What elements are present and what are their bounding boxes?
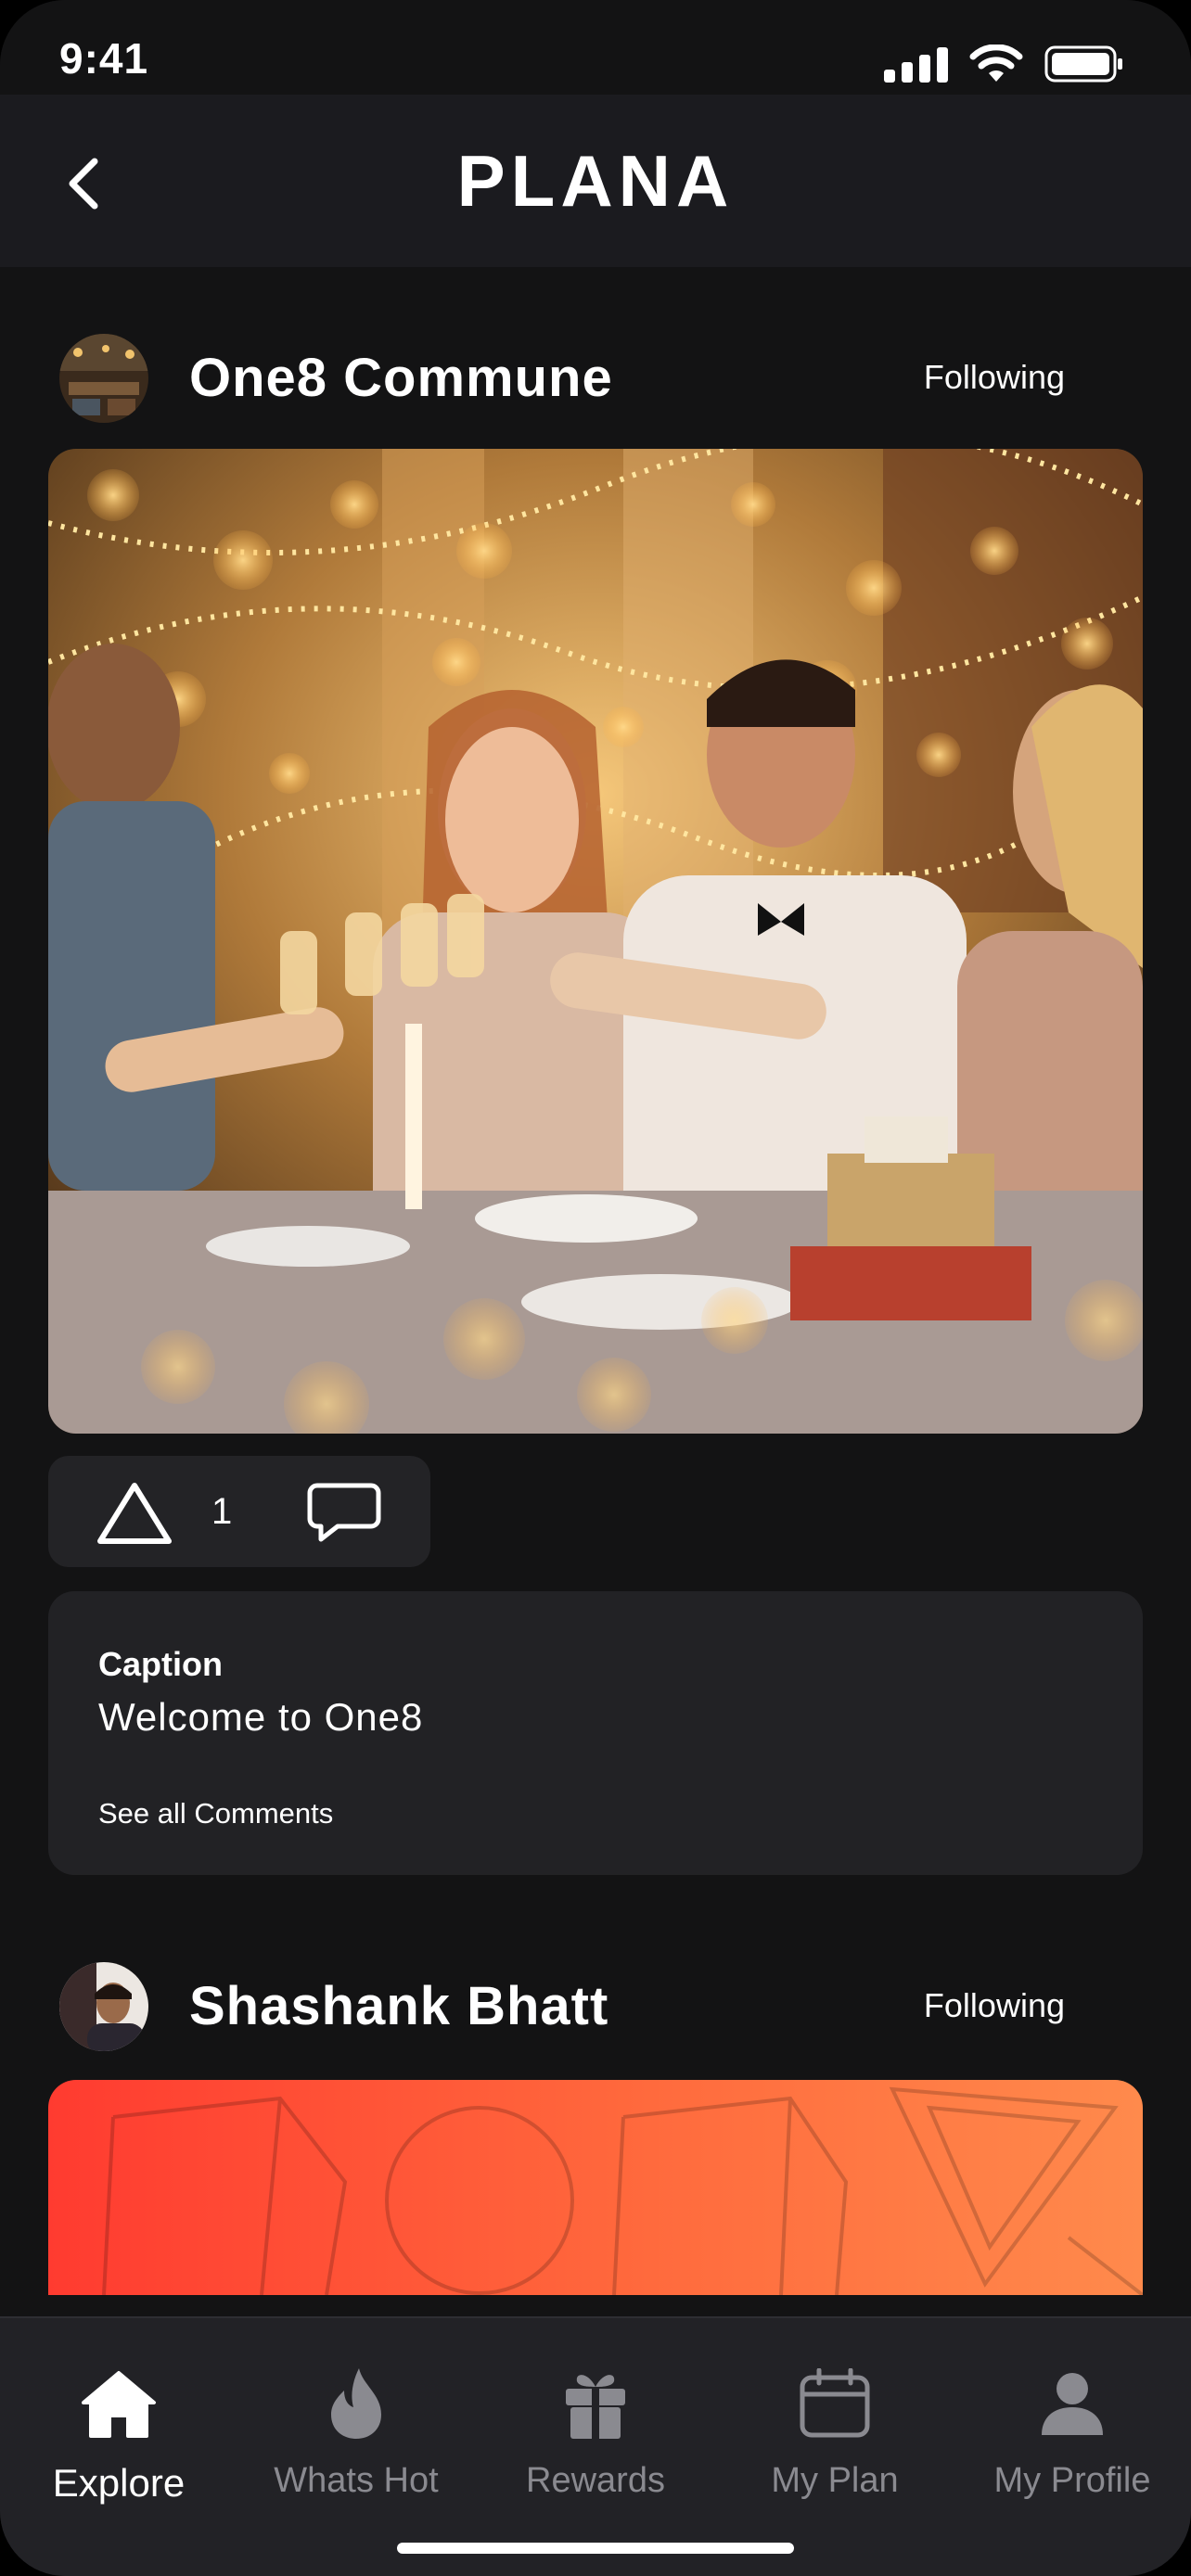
tab-label: My Plan [771, 2461, 899, 2500]
like-count: 1 [211, 1491, 233, 1532]
app-screen: 9:41 PLANA One8 Commune Following 1 Capt… [0, 0, 1191, 2576]
status-bar: 9:41 [0, 0, 1191, 95]
home-icon [82, 2371, 156, 2438]
top-nav-bar: PLANA [0, 95, 1191, 267]
tab-label: Rewards [526, 2461, 665, 2500]
caption-card: Caption Welcome to One8 See all Comments [48, 1591, 1143, 1875]
post-header: One8 Commune Following [0, 326, 1191, 428]
app-logo: PLANA [456, 140, 735, 222]
status-icons [884, 45, 1124, 83]
caption-label: Caption [98, 1645, 223, 1683]
post-actions: 1 [48, 1456, 430, 1567]
geometric-pattern-icon [102, 2086, 1143, 2295]
author-name[interactable]: Shashank Bhatt [189, 1975, 608, 2037]
battery-icon [1044, 45, 1122, 83]
avatar[interactable] [59, 1962, 148, 2051]
comment-button[interactable] [304, 1480, 384, 1551]
post-image[interactable] [48, 449, 1143, 1434]
following-button[interactable]: Following [924, 358, 1065, 397]
gift-icon [566, 2375, 625, 2439]
calendar-icon [800, 2368, 870, 2438]
avatar[interactable] [59, 334, 148, 423]
cellular-signal-icon [884, 45, 948, 83]
home-indicator[interactable] [397, 2543, 794, 2554]
see-all-comments-link[interactable]: See all Comments [98, 1797, 333, 1830]
tab-explore[interactable]: Explore [7, 2365, 230, 2506]
tab-my-plan[interactable]: My Plan [724, 2365, 946, 2501]
tab-label: Whats Hot [274, 2461, 439, 2500]
tab-label: My Profile [993, 2461, 1151, 2500]
status-time: 9:41 [59, 34, 149, 83]
comment-icon [307, 1483, 381, 1542]
flame-icon [331, 2368, 381, 2439]
tab-rewards[interactable]: Rewards [484, 2365, 707, 2501]
author-name[interactable]: One8 Commune [189, 347, 613, 409]
caption-text: Welcome to One8 [98, 1695, 424, 1739]
tab-label: Explore [52, 2461, 186, 2505]
post-image[interactable] [48, 2080, 1143, 2295]
bottom-tab-bar: Explore Whats Hot Rewards My Plan My Pro… [0, 2316, 1191, 2576]
post-header: Shashank Bhatt Following [0, 1955, 1191, 2057]
tab-my-profile[interactable]: My Profile [961, 2365, 1184, 2501]
following-button[interactable]: Following [924, 1986, 1065, 2025]
tab-whats-hot[interactable]: Whats Hot [245, 2365, 467, 2501]
triangle-like-icon [97, 1483, 172, 1544]
user-icon [1042, 2373, 1103, 2435]
wifi-icon [969, 45, 1023, 82]
like-button[interactable] [95, 1480, 174, 1551]
